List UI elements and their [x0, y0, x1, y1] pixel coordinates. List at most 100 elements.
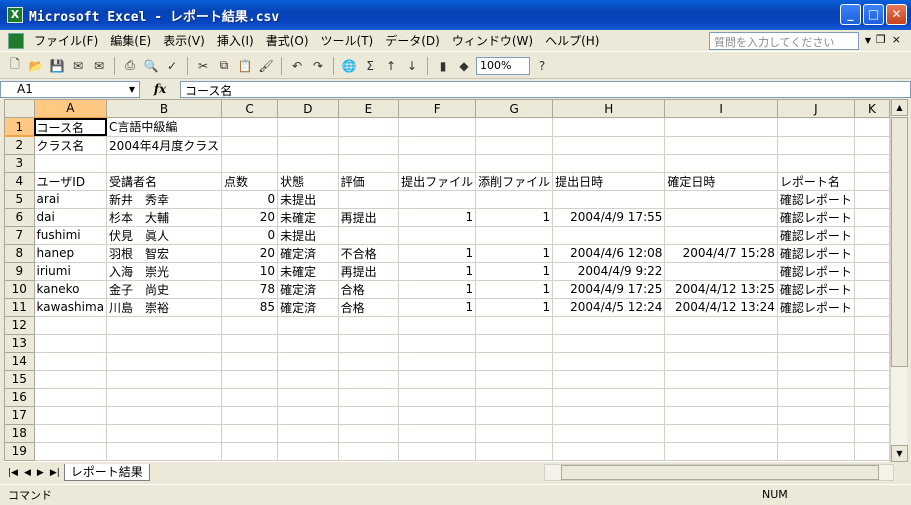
cell[interactable]	[552, 441, 666, 461]
cell[interactable]	[664, 189, 778, 209]
title-bar[interactable]: X Microsoft Excel - レポート結果.csv _ □ ✕	[0, 0, 911, 30]
open-folder-icon[interactable]: 📂	[27, 57, 45, 75]
cell[interactable]: 未確定	[277, 261, 339, 281]
cell[interactable]	[776, 135, 855, 155]
cell[interactable]	[106, 351, 222, 371]
scroll-up-icon[interactable]: ▲	[891, 99, 908, 116]
row-header[interactable]: 5	[4, 189, 35, 209]
help-icon[interactable]: ?	[533, 57, 551, 75]
cell[interactable]	[475, 153, 554, 173]
chevron-down-icon[interactable]: ▼	[129, 85, 135, 94]
cell[interactable]	[853, 405, 890, 425]
cell[interactable]	[552, 315, 666, 335]
cell[interactable]	[33, 153, 108, 173]
column-header[interactable]: D	[277, 99, 339, 118]
cell[interactable]	[664, 387, 778, 407]
workbook-icon[interactable]	[8, 32, 24, 49]
cell[interactable]	[475, 117, 554, 137]
cell[interactable]: 1	[475, 261, 554, 281]
cell[interactable]	[475, 333, 554, 353]
row-header[interactable]: 19	[4, 441, 35, 461]
cell[interactable]: 1	[398, 297, 477, 317]
cell[interactable]	[277, 351, 339, 371]
cell[interactable]	[475, 405, 554, 425]
cell[interactable]: 提出ファイル	[398, 171, 477, 191]
cell[interactable]	[33, 441, 108, 461]
cell[interactable]	[776, 117, 855, 137]
cell[interactable]: 確定日時	[664, 171, 778, 191]
menu-insert[interactable]: 挿入(I)	[211, 32, 260, 49]
cell[interactable]	[853, 225, 890, 245]
cell[interactable]	[664, 405, 778, 425]
row-header[interactable]: 7	[4, 225, 35, 245]
cell[interactable]	[853, 441, 890, 461]
cell[interactable]	[552, 135, 666, 155]
row-header[interactable]: 3	[4, 153, 35, 173]
cell[interactable]	[664, 315, 778, 335]
cell[interactable]	[398, 225, 477, 245]
cell[interactable]	[853, 243, 890, 263]
cell[interactable]	[853, 189, 890, 209]
chart-wizard-icon[interactable]: ▮	[434, 57, 452, 75]
column-header[interactable]: J	[776, 99, 855, 118]
cell[interactable]: 2004/4/9 17:55	[552, 207, 666, 227]
scroll-down-icon[interactable]: ▼	[891, 445, 908, 462]
cell[interactable]	[33, 387, 108, 407]
cell[interactable]	[398, 423, 477, 443]
horizontal-scroll-thumb[interactable]	[561, 465, 879, 480]
cell[interactable]	[106, 405, 222, 425]
cell[interactable]	[776, 441, 855, 461]
cell[interactable]	[853, 171, 890, 191]
cell[interactable]: 点数	[220, 171, 279, 191]
column-header[interactable]: C	[220, 99, 279, 118]
cell[interactable]: クラス名	[33, 135, 108, 155]
cell[interactable]	[398, 153, 477, 173]
menu-edit[interactable]: 編集(E)	[104, 32, 157, 49]
cell[interactable]	[664, 207, 778, 227]
cell[interactable]	[220, 369, 279, 389]
cell[interactable]	[398, 405, 477, 425]
row-header[interactable]: 8	[4, 243, 35, 263]
cell[interactable]	[475, 387, 554, 407]
cell[interactable]	[398, 315, 477, 335]
cell[interactable]	[853, 315, 890, 335]
menu-tools[interactable]: ツール(T)	[315, 32, 380, 49]
cell[interactable]	[277, 135, 339, 155]
cell[interactable]: 確認レポート	[776, 279, 855, 299]
cell[interactable]	[776, 405, 855, 425]
column-header[interactable]: E	[337, 99, 400, 118]
cell[interactable]	[33, 351, 108, 371]
cell[interactable]	[475, 135, 554, 155]
cell[interactable]	[664, 441, 778, 461]
cell[interactable]: 確認レポート	[776, 189, 855, 209]
row-header[interactable]: 9	[4, 261, 35, 281]
cell[interactable]	[776, 423, 855, 443]
row-header[interactable]: 15	[4, 369, 35, 389]
document-window-controls[interactable]: -❐×	[866, 33, 907, 46]
print-preview-icon[interactable]: 🔍	[142, 57, 160, 75]
spelling-icon[interactable]: ✓	[163, 57, 181, 75]
cell[interactable]	[552, 351, 666, 371]
cell[interactable]: 0	[220, 225, 279, 245]
cell[interactable]: 状態	[277, 171, 339, 191]
cell[interactable]	[475, 225, 554, 245]
cell[interactable]	[475, 315, 554, 335]
cell[interactable]	[337, 333, 400, 353]
cell[interactable]	[33, 423, 108, 443]
cell[interactable]: 2004/4/9 17:25	[552, 279, 666, 299]
column-header[interactable]: I	[664, 99, 778, 118]
cell[interactable]	[664, 333, 778, 353]
cell[interactable]	[853, 423, 890, 443]
cell[interactable]: 未確定	[277, 207, 339, 227]
cell[interactable]	[776, 351, 855, 371]
cell[interactable]: 1	[475, 279, 554, 299]
cell[interactable]	[277, 153, 339, 173]
cell[interactable]	[220, 351, 279, 371]
cell[interactable]	[664, 153, 778, 173]
cell[interactable]: 1	[475, 243, 554, 263]
cell[interactable]: dai	[33, 207, 108, 227]
row-header[interactable]: 1	[4, 117, 35, 137]
sort-descending-icon[interactable]: ↓	[403, 57, 421, 75]
cell[interactable]	[398, 189, 477, 209]
row-header[interactable]: 13	[4, 333, 35, 353]
